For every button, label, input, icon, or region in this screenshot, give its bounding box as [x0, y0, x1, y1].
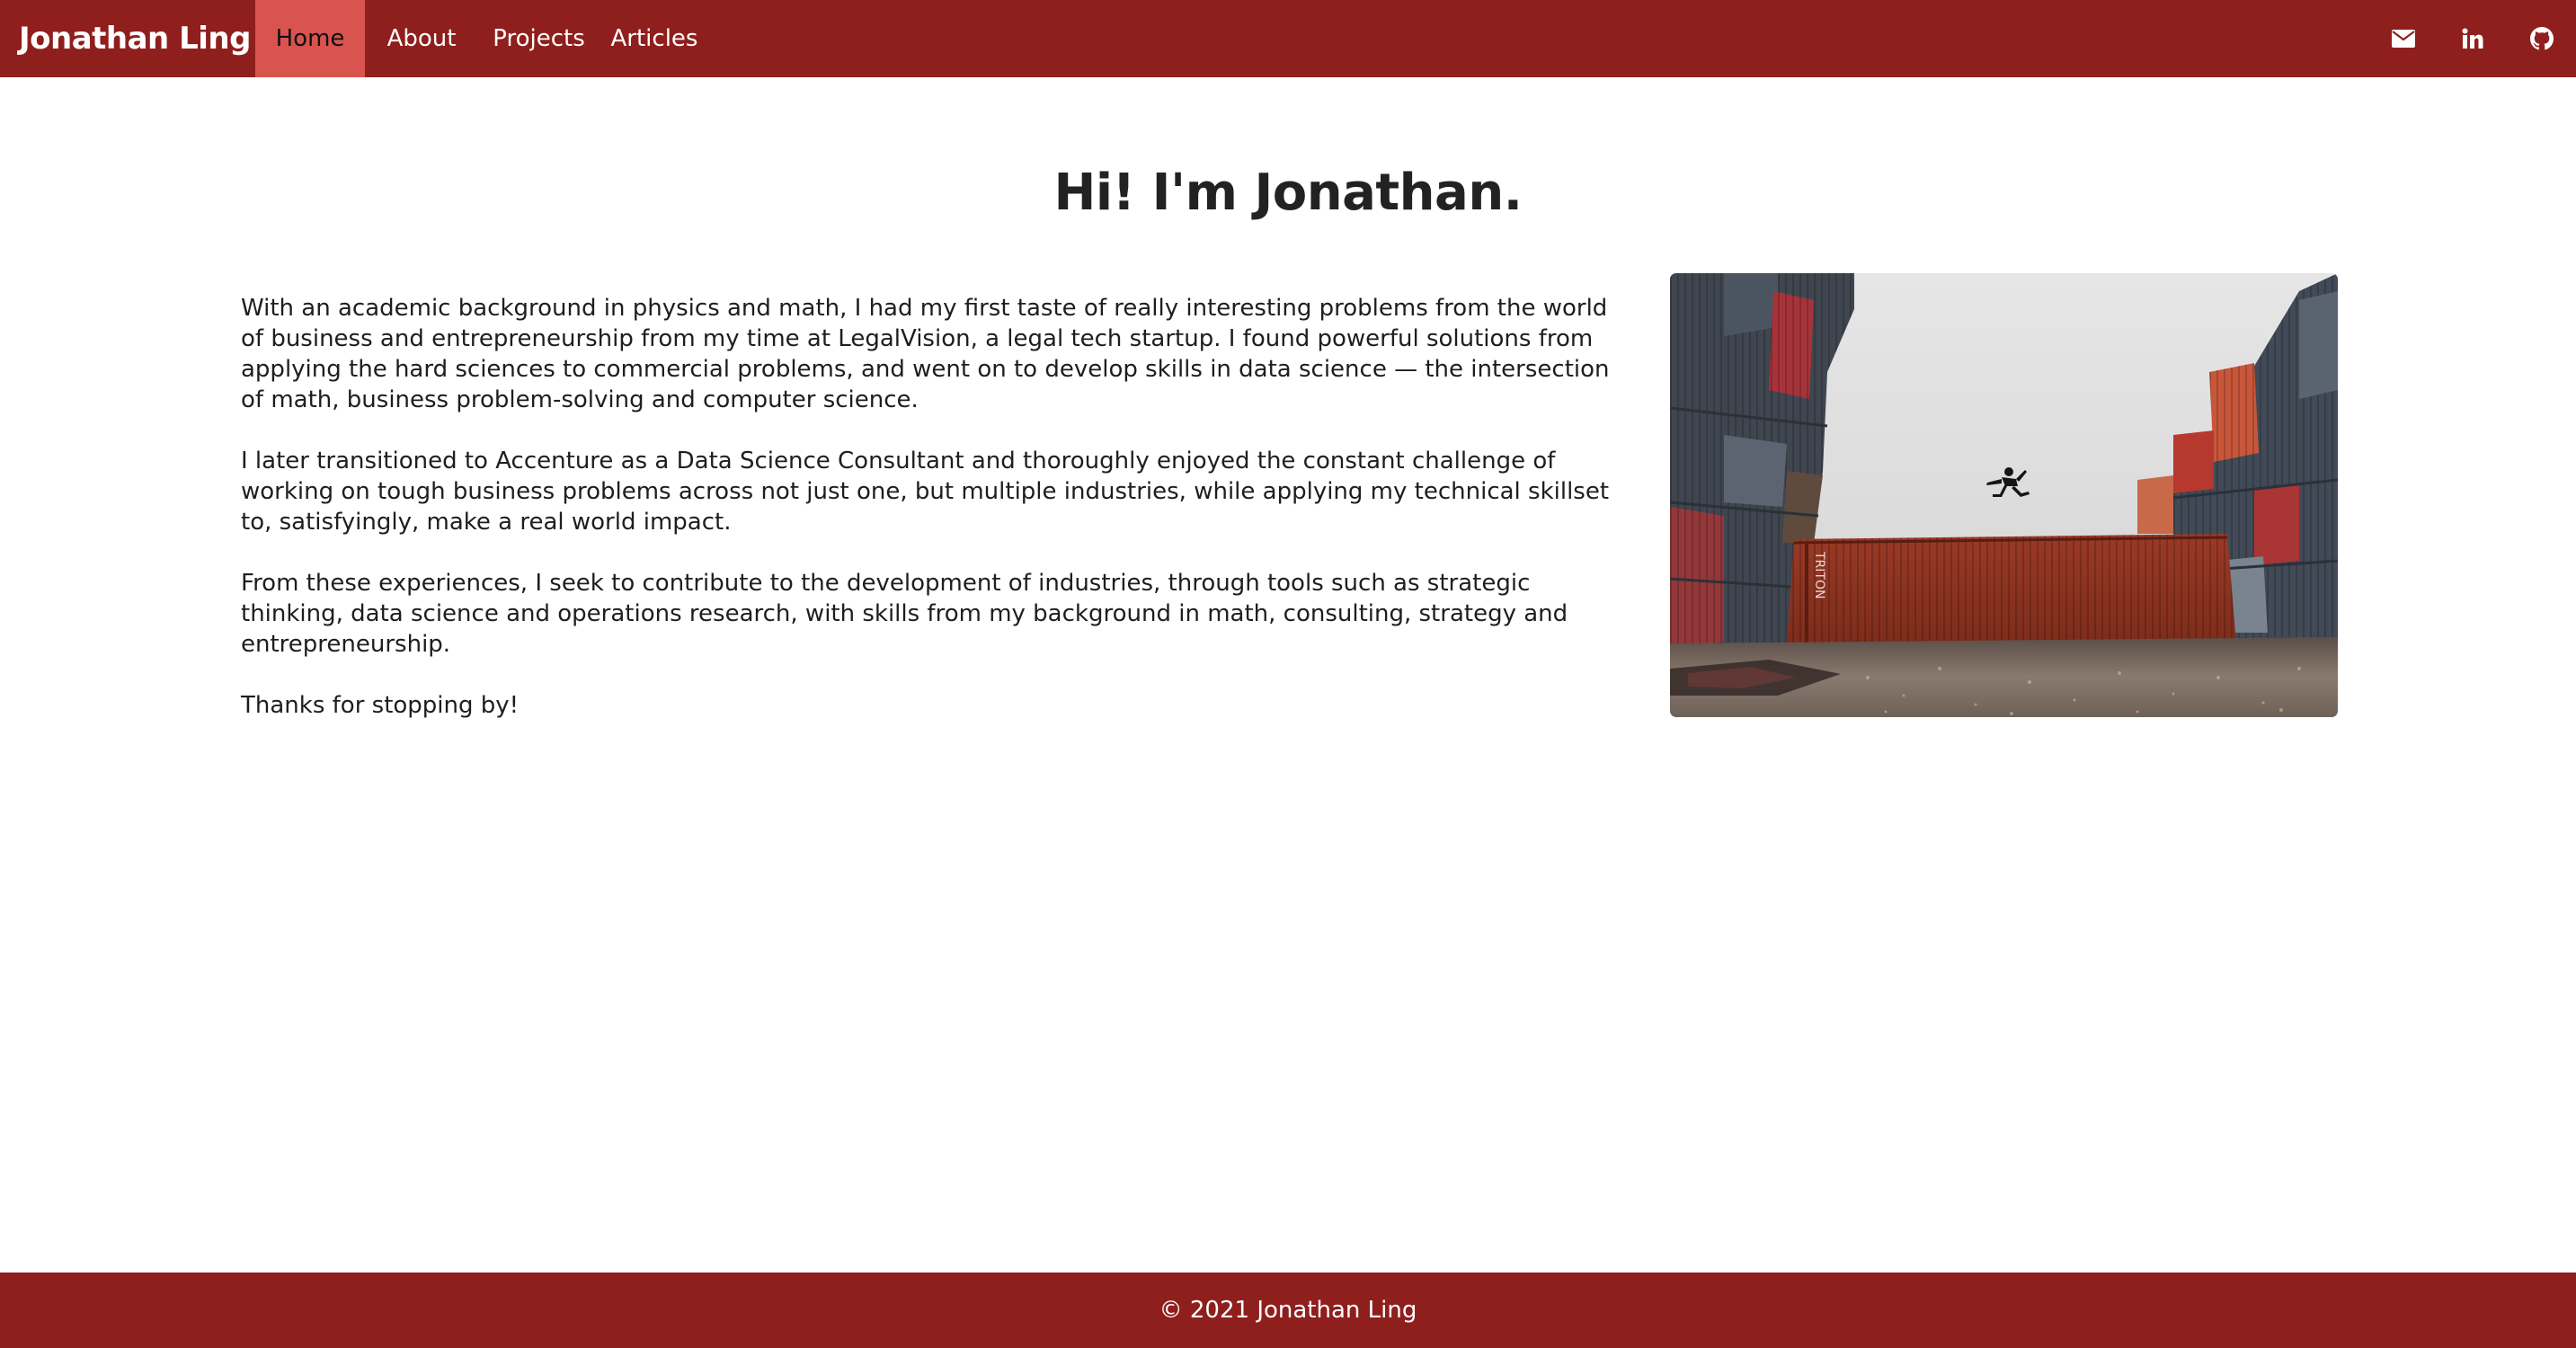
nav-item-home[interactable]: Home: [255, 0, 365, 77]
hero-image: TRITON: [1670, 273, 2338, 717]
brand-name[interactable]: Jonathan Ling: [0, 21, 251, 57]
nav-item-articles[interactable]: Articles: [600, 0, 709, 77]
envelope-icon[interactable]: [2368, 0, 2438, 77]
intro-paragraph: With an academic background in physics a…: [241, 295, 1610, 413]
nav-menu: Home About Projects Articles: [236, 0, 709, 77]
footer: © 2021 Jonathan Ling: [0, 1273, 2576, 1348]
nav-item-projects[interactable]: Projects: [478, 0, 600, 77]
social-links: [2368, 0, 2576, 77]
intro-paragraph: From these experiences, I seek to contri…: [241, 570, 1568, 658]
container-label: TRITON: [1812, 551, 1826, 599]
intro-text: With an academic background in physics a…: [241, 293, 1625, 751]
nav-item-about[interactable]: About: [365, 0, 478, 77]
page-title: Hi! I'm Jonathan.: [1053, 164, 1523, 222]
github-icon[interactable]: [2507, 0, 2576, 77]
navbar: Jonathan Ling Home About Projects Articl…: [0, 0, 2576, 77]
intro-paragraph: I later transitioned to Accenture as a D…: [241, 448, 1610, 536]
linkedin-icon[interactable]: [2438, 0, 2507, 77]
footer-copyright: © 2021 Jonathan Ling: [1159, 1297, 1417, 1324]
intro-paragraph: Thanks for stopping by!: [241, 692, 520, 719]
